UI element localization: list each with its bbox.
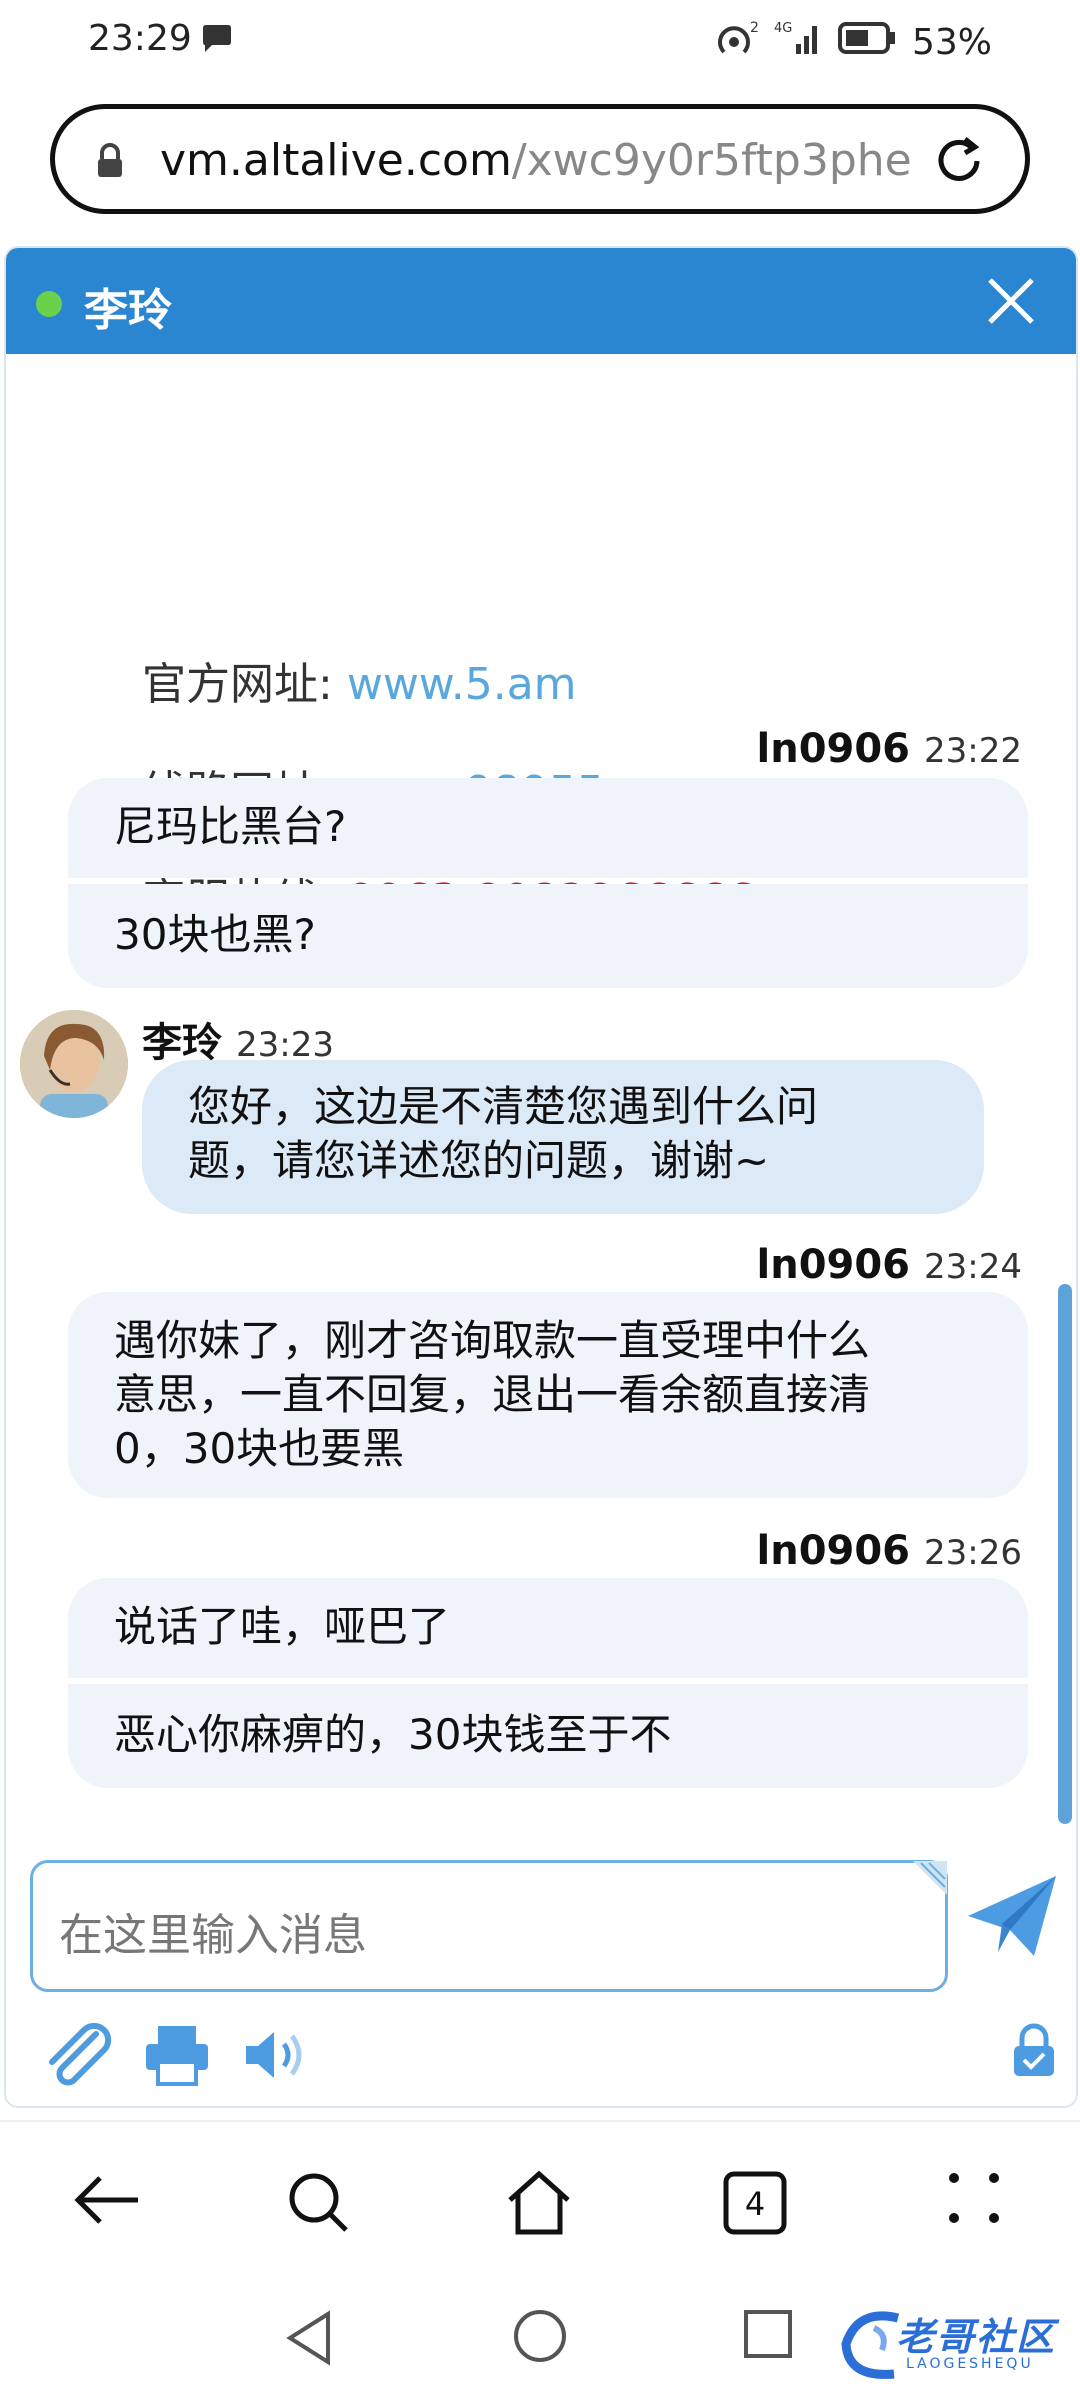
message-input-placeholder: 在这里输入消息 bbox=[59, 1910, 367, 1961]
message-text: 尼玛比黑台? bbox=[114, 802, 347, 851]
watermark-text: 老哥社区 bbox=[896, 2315, 1057, 2359]
url-path: /xwc9y0r5ftp3phe bbox=[511, 135, 912, 186]
message-text: 0，30块也要黑 bbox=[114, 1424, 405, 1473]
tabs-icon[interactable]: 4 bbox=[722, 2170, 788, 2240]
message-meta: ln0906 23:24 bbox=[757, 1242, 1023, 1288]
message-text: 意思，一直不回复，退出一看余额直接清 bbox=[114, 1370, 871, 1419]
close-icon[interactable] bbox=[984, 274, 1038, 332]
search-icon[interactable] bbox=[286, 2170, 352, 2240]
agent-message-bubble: 您好，这边是不清楚您遇到什么问 题，请您详述您的问题，谢谢~ bbox=[142, 1060, 984, 1214]
message-time: 23:22 bbox=[924, 731, 1022, 771]
status-right: 2 4G 53% bbox=[716, 18, 992, 67]
resize-corner-icon[interactable] bbox=[913, 1861, 947, 1899]
message-text: 恶心你麻痹的，30块钱至于不 bbox=[114, 1710, 672, 1759]
sound-icon[interactable] bbox=[242, 2022, 312, 2092]
message-time: 23:24 bbox=[924, 1247, 1022, 1287]
message-sender: ln0906 bbox=[756, 1242, 911, 1288]
browser-nav-bar: 4 bbox=[0, 2120, 1080, 2282]
message-meta: ln0906 23:22 bbox=[757, 726, 1023, 772]
chat-header: 李玲 bbox=[6, 248, 1076, 354]
message-sender: ln0906 bbox=[756, 726, 911, 772]
battery-percent: 53% bbox=[911, 22, 992, 63]
url-text[interactable]: vm.altalive.com/xwc9y0r5ftp3phe bbox=[160, 135, 912, 186]
message-input[interactable]: 在这里输入消息 bbox=[30, 1860, 948, 1992]
network-type-label: 4G bbox=[774, 21, 792, 36]
chat-bubble-icon bbox=[200, 24, 234, 58]
status-time: 23:29 bbox=[88, 18, 192, 59]
hotspot-icon: 2 bbox=[716, 18, 760, 67]
watermark-subtext: LAOGESHEQU bbox=[906, 2356, 1034, 2372]
message-text: 说话了哇，哑巴了 bbox=[114, 1602, 451, 1651]
url-domain: vm.altalive.com bbox=[160, 135, 512, 186]
info-official-site: 官方网址: www.5.am bbox=[142, 648, 577, 712]
message-bubble: 遇你妹了，刚才咨询取款一直受理中什么 意思，一直不回复，退出一看余额直接清 0，… bbox=[68, 1292, 1028, 1498]
send-icon[interactable] bbox=[964, 1872, 1060, 1966]
message-time: 23:26 bbox=[924, 1533, 1022, 1573]
chat-toolbar bbox=[6, 2012, 1076, 2102]
nav-back-triangle-icon[interactable] bbox=[282, 2308, 336, 2372]
message-time: 23:23 bbox=[236, 1025, 334, 1065]
online-status-dot bbox=[36, 291, 62, 317]
menu-icon[interactable] bbox=[946, 2170, 1002, 2230]
chat-widget: 李玲 官方网址: www.5.am 线路网址: www.98955.com 客服… bbox=[4, 246, 1078, 2108]
message-text: 30块也黑? bbox=[114, 910, 316, 959]
home-icon[interactable] bbox=[504, 2170, 574, 2240]
secure-lock-icon[interactable] bbox=[1012, 2022, 1056, 2082]
info-link[interactable]: www.5.am bbox=[347, 659, 577, 710]
watermark-logo: 老哥社区 LAOGESHEQU bbox=[838, 2300, 1070, 2388]
reload-icon[interactable] bbox=[929, 131, 989, 195]
chat-scrollbar[interactable] bbox=[1058, 1284, 1072, 1824]
attachment-icon[interactable] bbox=[42, 2022, 112, 2092]
message-bubble: 尼玛比黑台? bbox=[68, 778, 1028, 878]
message-meta: ln0906 23:26 bbox=[757, 1528, 1023, 1574]
status-bar: 23:29 2 4G 53% bbox=[0, 0, 1080, 80]
agent-name: 李玲 bbox=[84, 285, 172, 336]
message-sender: ln0906 bbox=[756, 1528, 911, 1574]
back-icon[interactable] bbox=[72, 2170, 142, 2234]
nav-recents-square-icon[interactable] bbox=[742, 2308, 794, 2364]
agent-avatar bbox=[20, 1010, 128, 1118]
tab-count: 4 bbox=[745, 2185, 765, 2223]
signal-icon: 4G bbox=[774, 18, 824, 67]
battery-icon bbox=[837, 20, 898, 65]
message-bubble: 恶心你麻痹的，30块钱至于不 bbox=[68, 1684, 1028, 1788]
lock-icon bbox=[95, 143, 125, 183]
nav-home-circle-icon[interactable] bbox=[512, 2308, 568, 2368]
svg-text:2: 2 bbox=[750, 20, 759, 36]
message-bubble: 30块也黑? bbox=[68, 884, 1028, 988]
message-bubble: 说话了哇，哑巴了 bbox=[68, 1578, 1028, 1678]
message-text: 遇你妹了，刚才咨询取款一直受理中什么 bbox=[114, 1316, 871, 1365]
info-label: 官方网址: bbox=[142, 659, 333, 710]
print-icon[interactable] bbox=[142, 2022, 212, 2092]
message-text: 题，请您详述您的问题，谢谢~ bbox=[188, 1136, 770, 1185]
message-text: 您好，这边是不清楚您遇到什么问 bbox=[188, 1082, 819, 1131]
address-bar[interactable]: vm.altalive.com/xwc9y0r5ftp3phe bbox=[50, 104, 1030, 214]
